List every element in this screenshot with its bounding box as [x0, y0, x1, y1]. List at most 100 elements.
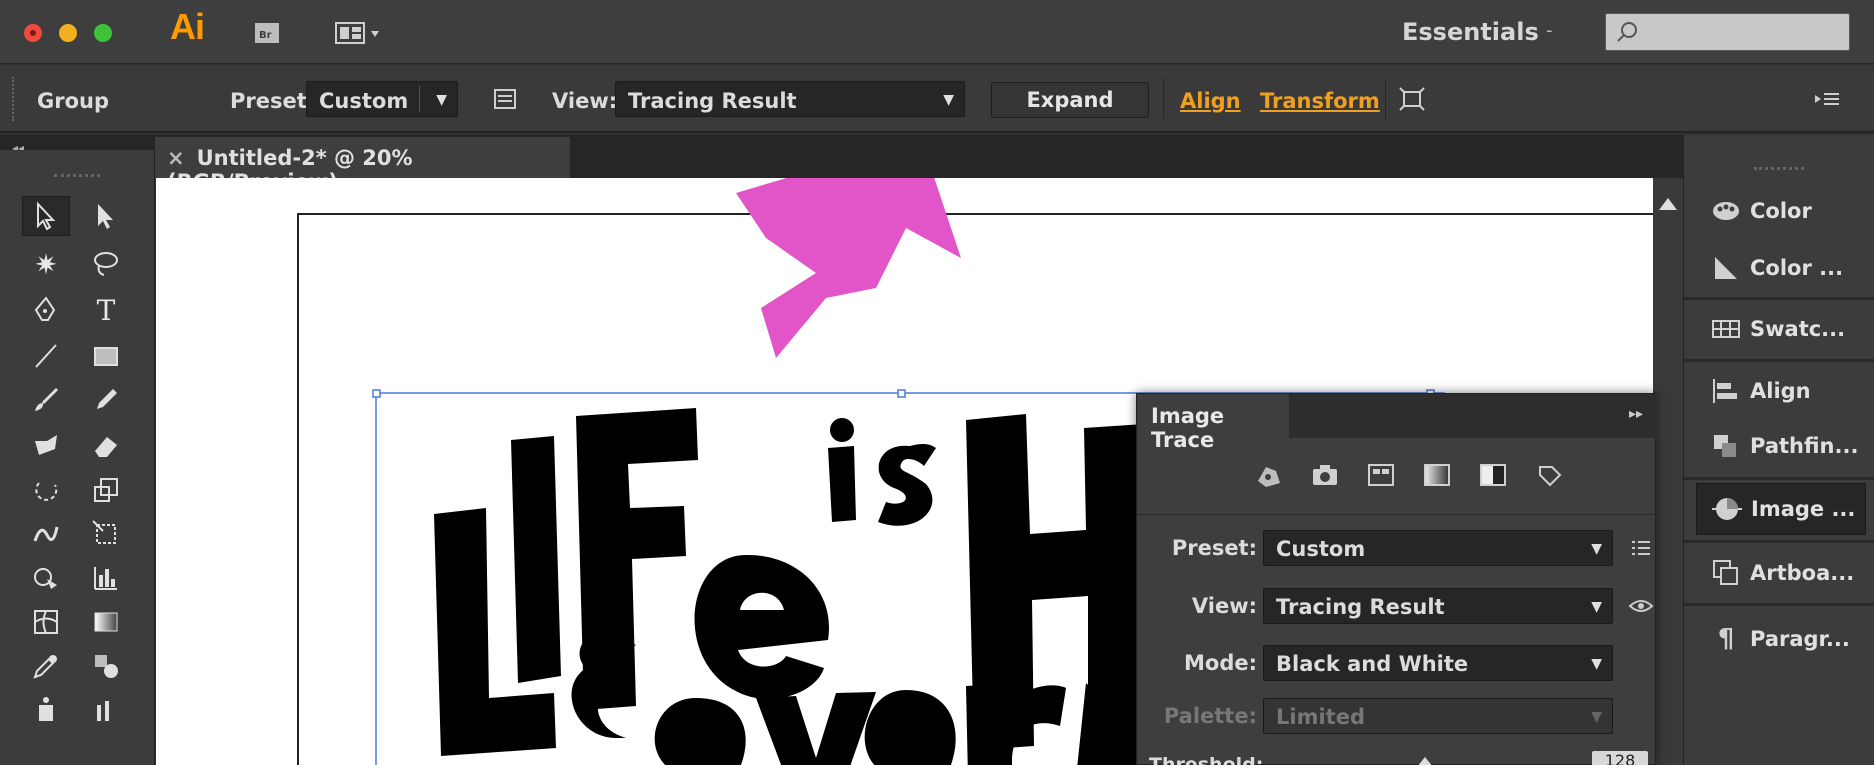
manage-presets-icon[interactable] — [1630, 538, 1652, 562]
align-link[interactable]: Align — [1180, 89, 1241, 113]
vertical-scrollbar[interactable] — [1653, 178, 1683, 765]
color-panel-label: Color — [1750, 199, 1812, 223]
symbol-sprayer-tool-icon[interactable] — [22, 690, 70, 730]
callout-arrow — [736, 138, 961, 358]
preset-dropdown[interactable]: Custom ▼ — [306, 81, 458, 117]
panel-collapse-icon[interactable]: ▸▸ — [1629, 406, 1643, 422]
blob-brush-tool-icon[interactable] — [22, 426, 70, 466]
trace-view-dropdown[interactable]: Tracing Result ▼ — [1263, 588, 1613, 624]
selection-tool-icon[interactable] — [22, 196, 70, 236]
image-trace-icon — [1703, 493, 1751, 525]
control-bar-grip[interactable] — [12, 77, 16, 121]
svg-text:Br: Br — [259, 30, 272, 41]
bridge-icon[interactable]: Br — [250, 17, 284, 49]
workspace-switcher[interactable]: Essentials — [1402, 18, 1539, 46]
expand-button[interactable]: Expand — [991, 82, 1149, 118]
color-guide-panel-button[interactable]: Color ... — [1684, 242, 1874, 294]
close-tab-icon[interactable]: × — [167, 146, 185, 170]
letter-i2-dot — [830, 418, 854, 442]
rotate-tool-icon[interactable] — [22, 470, 70, 510]
letter-e — [694, 554, 830, 699]
image-trace-panel-button[interactable]: Image ... — [1696, 483, 1866, 535]
align-icon — [1702, 377, 1750, 405]
high-color-icon[interactable] — [1307, 458, 1343, 492]
scale-tool-icon[interactable] — [82, 470, 130, 510]
pathfinder-panel-label: Pathfin... — [1750, 434, 1859, 458]
trace-mode-dropdown[interactable]: Black and White ▼ — [1263, 645, 1613, 681]
black-and-white-icon[interactable] — [1475, 458, 1511, 492]
swatches-panel-button[interactable]: Swatc... — [1684, 303, 1874, 355]
artboards-panel-button[interactable]: Artboa... — [1684, 547, 1874, 599]
low-color-icon[interactable] — [1363, 458, 1399, 492]
image-trace-tab[interactable]: Image Trace — [1137, 394, 1289, 452]
trace-palette-dropdown[interactable]: Limited ▼ — [1263, 698, 1613, 734]
artboards-panel-label: Artboa... — [1750, 561, 1855, 585]
column-graph-tool-icon[interactable] — [82, 690, 130, 730]
image-trace-header[interactable]: Image Trace ▸▸ — [1137, 394, 1657, 452]
chevron-down-icon: ▼ — [943, 92, 954, 108]
direct-selection-tool-icon[interactable] — [82, 196, 130, 236]
tools-grip[interactable] — [54, 174, 100, 177]
outline-icon[interactable] — [1531, 458, 1567, 492]
control-panel-menu-icon[interactable] — [1812, 88, 1842, 114]
eyedropper-tool-icon[interactable] — [22, 646, 70, 686]
grayscale-icon[interactable] — [1419, 458, 1455, 492]
width-tool-icon[interactable] — [22, 514, 70, 554]
threshold-slider-thumb[interactable] — [1417, 754, 1433, 765]
trace-view-label: View: — [1191, 594, 1257, 618]
threshold-value-field[interactable]: 128 — [1592, 751, 1648, 765]
dock-grip[interactable] — [1754, 167, 1804, 170]
chevron-down-icon: ▼ — [1591, 541, 1602, 557]
align-panel-button[interactable]: Align — [1684, 365, 1874, 417]
search-input[interactable] — [1605, 13, 1850, 51]
arrange-documents-icon[interactable] — [334, 17, 390, 49]
auto-color-icon[interactable] — [1251, 458, 1287, 492]
color-panel-button[interactable]: Color — [1684, 185, 1874, 237]
paintbrush-tool-icon[interactable] — [22, 380, 70, 420]
magic-wand-tool-icon[interactable]: ✷ — [22, 244, 70, 284]
type-tool-icon[interactable]: T — [82, 290, 130, 330]
chevron-down-icon: ▼ — [1591, 599, 1602, 615]
letter-v — [756, 692, 876, 765]
pen-tool-icon[interactable] — [22, 290, 70, 330]
isolate-group-icon[interactable] — [1398, 86, 1426, 116]
tools-panel: ✷ T — [0, 150, 155, 765]
free-transform-tool-icon[interactable] — [82, 514, 130, 554]
lasso-tool-icon[interactable] — [82, 244, 130, 284]
pathfinder-panel-button[interactable]: Pathfin... — [1684, 420, 1874, 472]
color-guide-panel-label: Color ... — [1750, 256, 1844, 280]
swatches-icon — [1702, 318, 1750, 340]
selection-handle — [897, 389, 906, 398]
paragraph-icon: ¶ — [1717, 624, 1735, 654]
trace-preset-label: Preset: — [1171, 536, 1257, 560]
pencil-tool-icon[interactable] — [82, 380, 130, 420]
mesh-tool-icon[interactable] — [22, 602, 70, 642]
close-window-button[interactable] — [24, 24, 42, 42]
trace-preset-dropdown[interactable]: Custom ▼ — [1263, 530, 1613, 566]
image-trace-panel-label: Image ... — [1751, 497, 1856, 521]
eraser-tool-icon[interactable] — [82, 426, 130, 466]
line-segment-tool-icon[interactable] — [22, 336, 70, 376]
graph-tool-icon[interactable] — [82, 558, 130, 598]
shape-builder-tool-icon[interactable] — [22, 558, 70, 598]
blend-tool-icon[interactable] — [82, 646, 130, 686]
trace-mode-value: Black and White — [1276, 652, 1469, 676]
zoom-window-button[interactable] — [94, 24, 112, 42]
transform-link[interactable]: Transform — [1260, 89, 1380, 113]
minimize-window-button[interactable] — [59, 24, 77, 42]
trace-palette-label: Palette: — [1163, 704, 1257, 728]
paragraph-panel-label: Paragr... — [1750, 627, 1850, 651]
rectangle-tool-icon[interactable] — [82, 336, 130, 376]
gradient-tool-icon[interactable] — [82, 602, 130, 642]
letter-e2 — [654, 698, 746, 765]
document-tab[interactable]: ×Untitled-2* @ 20% (RGB/Preview) — [155, 137, 570, 194]
scroll-up-icon[interactable] — [1653, 190, 1683, 220]
trace-options-icon[interactable] — [493, 87, 517, 115]
view-dropdown[interactable]: Tracing Result ▼ — [615, 81, 965, 117]
workspace-caret[interactable]: - — [1546, 20, 1553, 41]
eye-icon[interactable] — [1628, 596, 1654, 620]
image-trace-panel: Image Trace ▸▸ Preset: Custom ▼ View: Tr… — [1136, 393, 1657, 765]
paragraph-panel-button[interactable]: ¶ Paragr... — [1684, 613, 1874, 665]
app-logo: Ai — [170, 6, 205, 47]
chevron-down-icon: ▼ — [436, 92, 447, 108]
